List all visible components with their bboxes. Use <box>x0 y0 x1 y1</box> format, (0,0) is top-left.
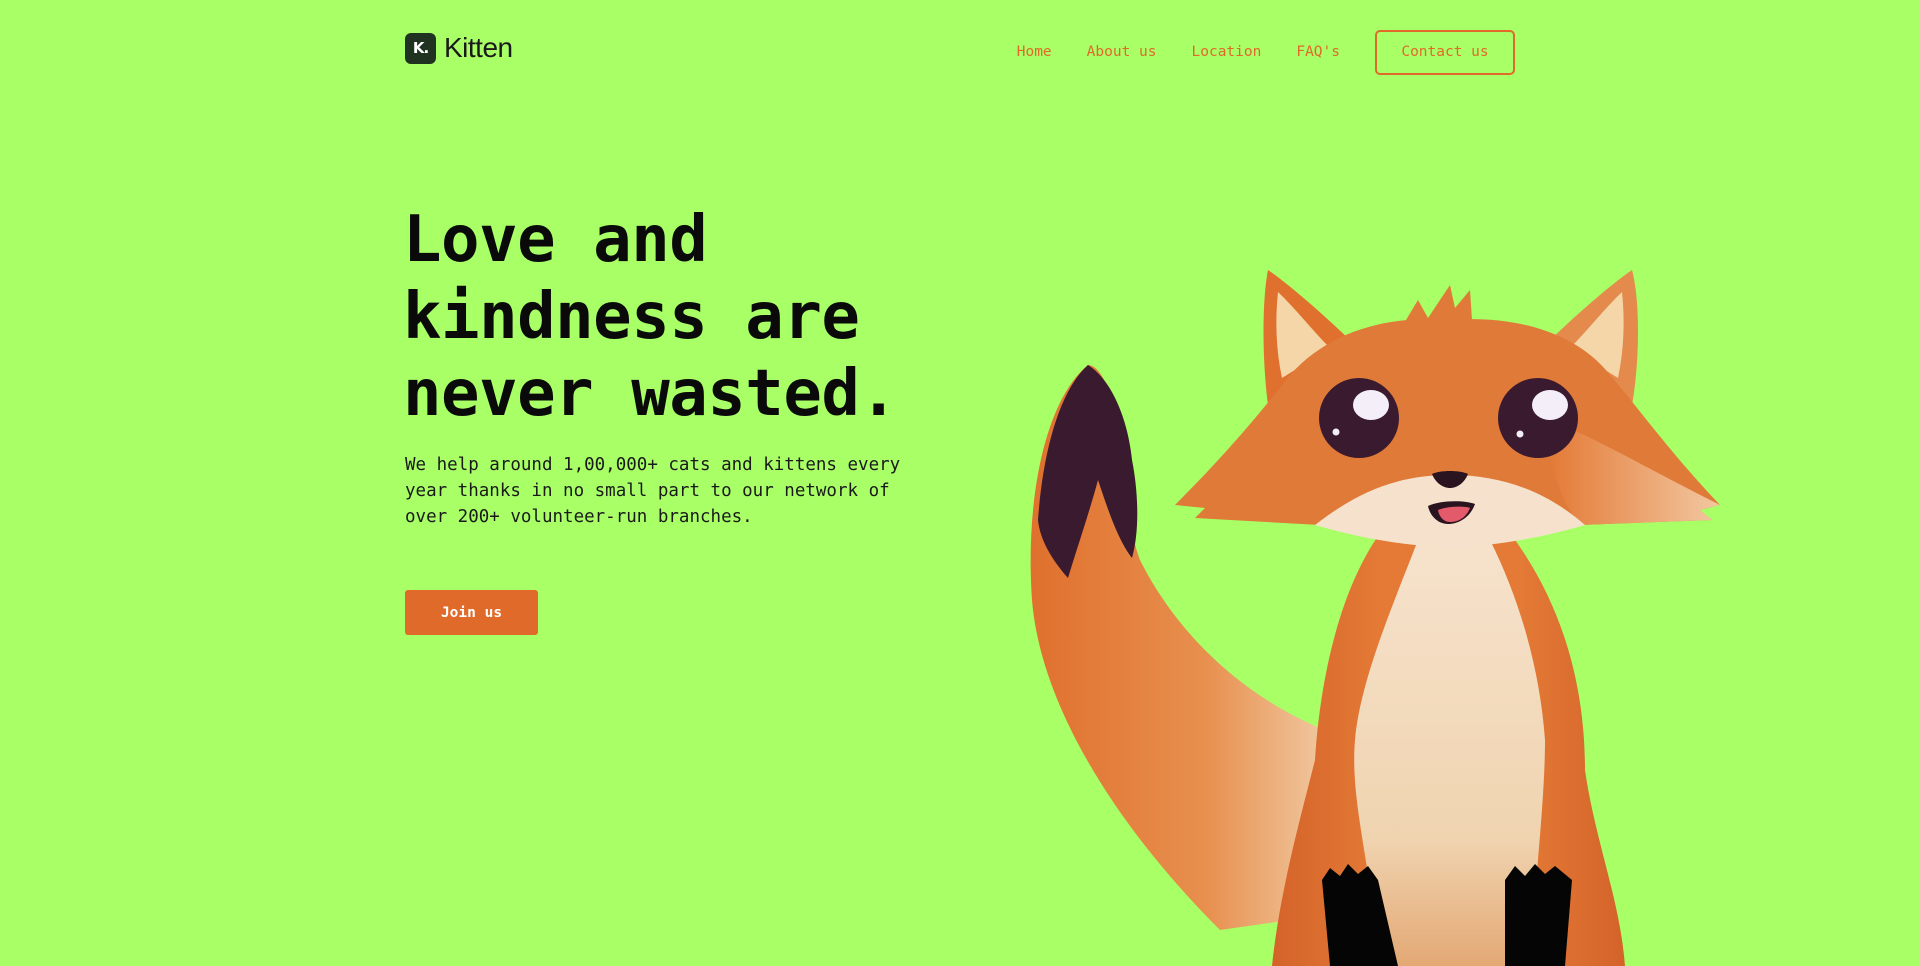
hero-title-line: never wasted. <box>403 357 898 431</box>
brand-name: Kitten <box>444 32 513 63</box>
hero-title: Love and kindness are never wasted. <box>403 202 963 433</box>
hero-description-line: We help around 1,00,000+ cats and kitten… <box>405 455 901 475</box>
nav-location[interactable]: Location <box>1192 44 1262 60</box>
nav-about-us[interactable]: About us <box>1087 44 1157 60</box>
join-us-button[interactable]: Join us <box>405 590 538 635</box>
hero-description: We help around 1,00,000+ cats and kitten… <box>405 452 915 530</box>
fox-illustration <box>1030 270 1720 966</box>
main-nav: Home About us Location FAQ's Contact us <box>1017 29 1515 75</box>
contact-us-button[interactable]: Contact us <box>1375 29 1515 75</box>
fox-left-eye <box>1319 378 1399 458</box>
hero-title-line: Love and <box>403 203 708 277</box>
site-header: K. Kitten Home About us Location FAQ's C… <box>405 29 1515 75</box>
hero-description-line: over 200+ volunteer-run branches. <box>405 507 753 527</box>
nav-home[interactable]: Home <box>1017 44 1052 60</box>
hero-description-line: year thanks in no small part to our netw… <box>405 481 890 501</box>
hero-title-line: kindness are <box>403 280 860 354</box>
brand-logo[interactable]: K. Kitten <box>405 32 513 64</box>
fox-right-eye <box>1498 378 1578 458</box>
logo-mark-icon: K. <box>405 32 436 64</box>
nav-faqs[interactable]: FAQ's <box>1296 44 1340 60</box>
fox-right-paw <box>1505 864 1572 966</box>
